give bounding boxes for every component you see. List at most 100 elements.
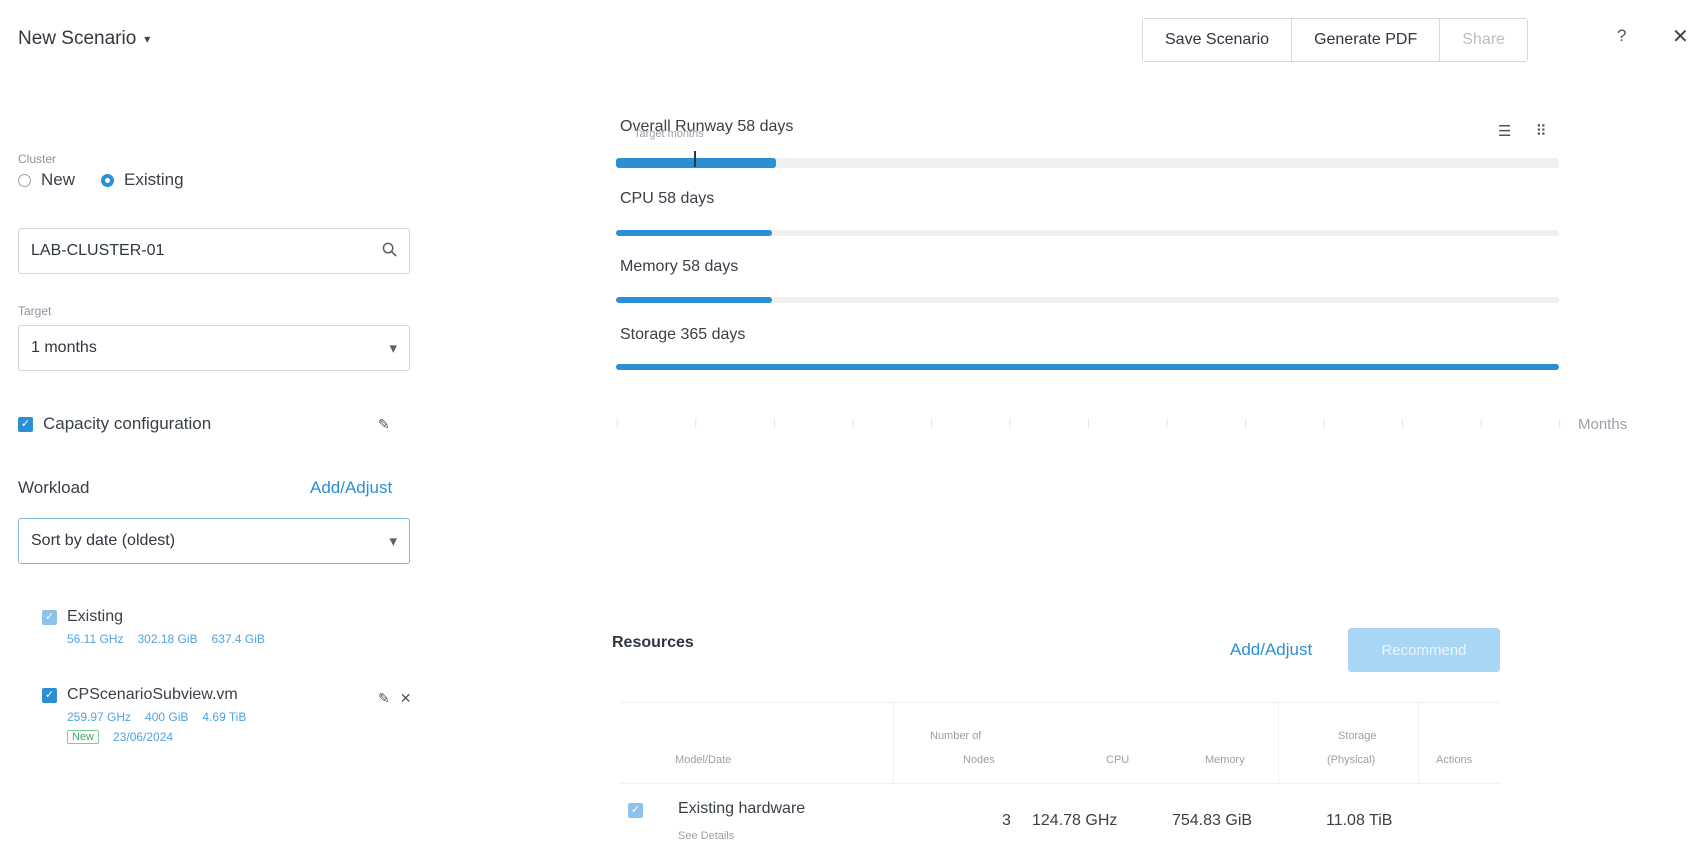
see-details-link[interactable]: See Details — [678, 830, 734, 842]
workload-checkbox[interactable]: ✓ — [42, 687, 57, 703]
workload-item: ✓ CPScenarioSubview.vm 259.97 GHz 400 Gi… — [42, 686, 246, 744]
workload-heading: Workload — [18, 478, 90, 497]
month-tick: | — [851, 418, 855, 429]
pencil-icon[interactable]: ✎ — [378, 690, 390, 707]
list-view-icon[interactable]: ☰ — [1498, 122, 1511, 140]
column-divider — [1278, 702, 1279, 784]
month-tick: | — [694, 418, 698, 429]
target-label: Target — [18, 304, 52, 318]
cpu-runway-bar — [616, 230, 1559, 236]
search-icon[interactable] — [382, 242, 397, 261]
workload-memory: 302.18 GiB — [137, 632, 198, 646]
chevron-down-icon: ▾ — [389, 340, 397, 357]
close-icon[interactable]: ✕ — [1672, 24, 1689, 49]
cpu-runway-label: CPU 58 days — [620, 190, 715, 207]
radio-existing[interactable]: Existing — [101, 170, 184, 190]
overall-runway-fill — [616, 158, 777, 168]
capacity-config-checkbox-row[interactable]: ✓ Capacity configuration — [18, 414, 211, 434]
month-tick: | — [1244, 418, 1247, 429]
target-value: 1 months — [31, 339, 97, 356]
month-tick: | — [930, 418, 933, 429]
workload-item: ✓ Existing 56.11 GHz 302.18 GiB 637.4 Gi… — [42, 608, 265, 646]
month-tick: | — [773, 418, 776, 429]
resource-row-checkbox[interactable]: ✓ — [628, 803, 643, 818]
column-divider — [1418, 702, 1419, 784]
column-divider — [893, 702, 894, 784]
memory-runway-bar — [616, 297, 1559, 303]
radio-existing-indicator — [101, 173, 115, 187]
header-button-group: Save Scenario Generate PDF Share — [1142, 18, 1528, 62]
col-actions: Actions — [1436, 754, 1473, 766]
grid-view-icon[interactable]: ⠿ — [1535, 122, 1546, 140]
storage-runway-fill — [616, 364, 1559, 370]
col-model-date: Model/Date — [675, 754, 732, 766]
scenario-title-dropdown[interactable]: New Scenario ▾ — [18, 28, 150, 50]
workload-memory: 400 GiB — [145, 710, 189, 724]
target-months-label: Target months — [634, 128, 704, 140]
month-tick: | — [1165, 418, 1169, 429]
workload-name: Existing — [67, 608, 124, 625]
workload-storage: 4.69 TiB — [202, 710, 247, 724]
radio-existing-label: Existing — [124, 170, 184, 189]
cluster-search-input[interactable]: LAB-CLUSTER-01 — [18, 228, 410, 274]
resource-model: Existing hardware — [678, 800, 806, 817]
months-axis-label: Months — [1578, 416, 1628, 433]
storage-runway-label: Storage 365 days — [620, 326, 746, 343]
col-storage-line2: (Physical) — [1327, 754, 1376, 766]
workload-sort-select[interactable]: Sort by date (oldest) ▾ — [18, 518, 410, 564]
close-icon[interactable]: ✕ — [400, 690, 412, 707]
col-nodes-line1: Number of — [930, 730, 982, 742]
save-scenario-button[interactable]: Save Scenario — [1143, 19, 1293, 61]
workload-cpu: 259.97 GHz — [67, 710, 132, 724]
radio-new[interactable]: New — [18, 170, 75, 190]
cluster-value: LAB-CLUSTER-01 — [31, 242, 165, 259]
memory-runway-fill — [616, 297, 772, 303]
resources-heading: Resources — [612, 634, 694, 651]
cluster-radio-group: New Existing — [18, 170, 184, 190]
chevron-down-icon: ▾ — [389, 533, 397, 550]
col-nodes-line2: Nodes — [963, 754, 995, 766]
col-memory: Memory — [1205, 754, 1245, 766]
resource-storage: 11.08 TiB — [1326, 812, 1393, 829]
share-button[interactable]: Share — [1440, 19, 1527, 61]
cpu-runway-fill — [616, 230, 772, 236]
radio-new-indicator — [18, 173, 31, 187]
scenario-title: New Scenario — [18, 28, 137, 49]
month-tick: | — [1008, 418, 1012, 429]
workload-cpu: 56.11 GHz — [67, 632, 124, 646]
workload-name: CPScenarioSubview.vm — [67, 686, 238, 703]
month-tick: | — [1087, 418, 1090, 429]
month-tick: | — [1558, 418, 1561, 429]
workload-add-adjust-link[interactable]: Add/Adjust — [310, 478, 392, 498]
resource-cpu: 124.78 GHz — [1032, 812, 1118, 829]
col-cpu: CPU — [1106, 754, 1130, 766]
capacity-config-label: Capacity configuration — [43, 414, 212, 433]
workload-checkbox[interactable]: ✓ — [42, 609, 57, 625]
overall-runway-bar — [616, 158, 1559, 168]
capacity-config-checkbox[interactable]: ✓ — [18, 416, 33, 432]
target-select[interactable]: 1 months ▾ — [18, 325, 410, 371]
new-badge: New — [67, 730, 100, 744]
month-tick: | — [1479, 418, 1483, 429]
generate-pdf-button[interactable]: Generate PDF — [1292, 19, 1441, 61]
workload-storage: 637.4 GiB — [211, 632, 265, 646]
col-storage-line1: Storage — [1338, 730, 1377, 742]
pencil-icon[interactable]: ✎ — [378, 416, 390, 433]
month-ticks: | | | | | | | | | | | | | — [616, 418, 1561, 429]
resource-memory: 754.83 GiB — [1172, 812, 1253, 829]
month-tick: | — [1401, 418, 1404, 429]
workload-date: 23/06/2024 — [113, 730, 174, 744]
view-toggle: ☰ ⠿ — [1498, 122, 1546, 140]
storage-runway-bar — [616, 364, 1559, 370]
resource-nodes: 3 — [1002, 812, 1011, 829]
chevron-down-icon: ▾ — [144, 32, 151, 46]
target-marker — [694, 151, 696, 167]
cluster-label: Cluster — [18, 152, 57, 166]
workload-actions: ✎ ✕ — [378, 690, 411, 707]
help-icon[interactable]: ? — [1617, 26, 1626, 46]
radio-new-label: New — [41, 170, 76, 189]
resources-add-adjust-link[interactable]: Add/Adjust — [1230, 640, 1312, 660]
sort-value: Sort by date (oldest) — [31, 532, 176, 549]
month-tick: | — [616, 418, 619, 429]
recommend-button[interactable]: Recommend — [1348, 628, 1500, 672]
